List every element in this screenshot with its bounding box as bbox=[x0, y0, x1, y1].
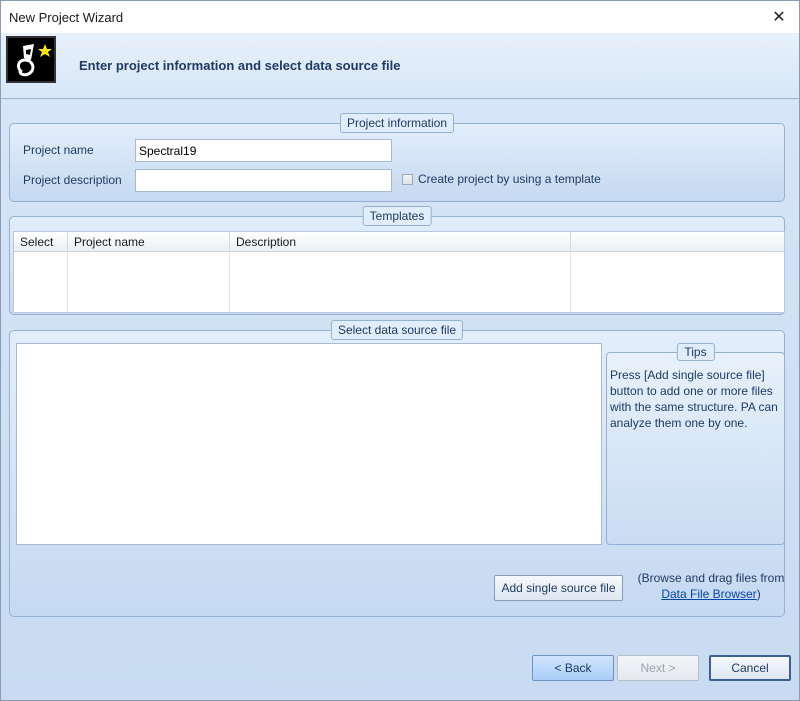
close-button[interactable]: ✕ bbox=[759, 1, 799, 33]
browse-hint-suffix: ) bbox=[756, 587, 761, 601]
tips-panel: Tips Press [Add single source file] butt… bbox=[606, 343, 785, 545]
project-name-input[interactable] bbox=[135, 139, 392, 162]
template-checkbox[interactable]: Create project by using a template bbox=[402, 172, 601, 186]
page-title: Enter project information and select dat… bbox=[79, 58, 401, 73]
browse-hint-prefix: (Browse and drag files from bbox=[637, 571, 785, 585]
tips-legend: Tips bbox=[676, 343, 715, 361]
tips-text: Press [Add single source file] button to… bbox=[610, 368, 778, 430]
templates-table: Select Project name Description bbox=[13, 231, 785, 313]
project-information-group: Project information Project name Project… bbox=[9, 113, 785, 202]
next-button[interactable]: Next > bbox=[617, 655, 699, 681]
wizard-hat-icon bbox=[6, 36, 56, 83]
title-bar: New Project Wizard ✕ bbox=[1, 1, 799, 33]
source-file-list[interactable] bbox=[16, 343, 602, 545]
cancel-button[interactable]: Cancel bbox=[709, 655, 791, 681]
project-description-label: Project description bbox=[23, 173, 122, 187]
templates-table-body[interactable] bbox=[14, 252, 784, 312]
column-header-description[interactable]: Description bbox=[230, 232, 571, 252]
wizard-window: New Project Wizard ✕ Enter project infor… bbox=[0, 0, 800, 701]
templates-table-header: Select Project name Description bbox=[14, 232, 784, 252]
table-column-extra bbox=[571, 252, 784, 312]
browse-hint: (Browse and drag files from Data File Br… bbox=[631, 570, 791, 602]
project-name-label: Project name bbox=[23, 143, 94, 157]
template-checkbox-box[interactable] bbox=[402, 173, 413, 185]
templates-legend: Templates bbox=[362, 206, 432, 226]
project-description-input[interactable] bbox=[135, 169, 392, 192]
data-source-legend: Select data source file bbox=[330, 320, 464, 340]
column-header-extra[interactable] bbox=[571, 232, 784, 252]
column-header-project-name[interactable]: Project name bbox=[68, 232, 230, 252]
wizard-content: Project information Project name Project… bbox=[1, 100, 799, 700]
templates-group: Templates Select Project name Descriptio… bbox=[9, 206, 785, 315]
project-information-legend: Project information bbox=[339, 113, 455, 133]
window-title: New Project Wizard bbox=[9, 9, 124, 25]
add-single-source-file-button[interactable]: Add single source file bbox=[494, 575, 623, 601]
back-button[interactable]: < Back bbox=[532, 655, 614, 681]
table-column-project-name bbox=[68, 252, 230, 312]
table-column-select bbox=[14, 252, 68, 312]
wizard-header: Enter project information and select dat… bbox=[1, 33, 799, 99]
table-column-description bbox=[230, 252, 571, 312]
template-checkbox-label: Create project by using a template bbox=[418, 172, 601, 186]
data-file-browser-link[interactable]: Data File Browser bbox=[661, 587, 756, 601]
column-header-select[interactable]: Select bbox=[14, 232, 68, 252]
